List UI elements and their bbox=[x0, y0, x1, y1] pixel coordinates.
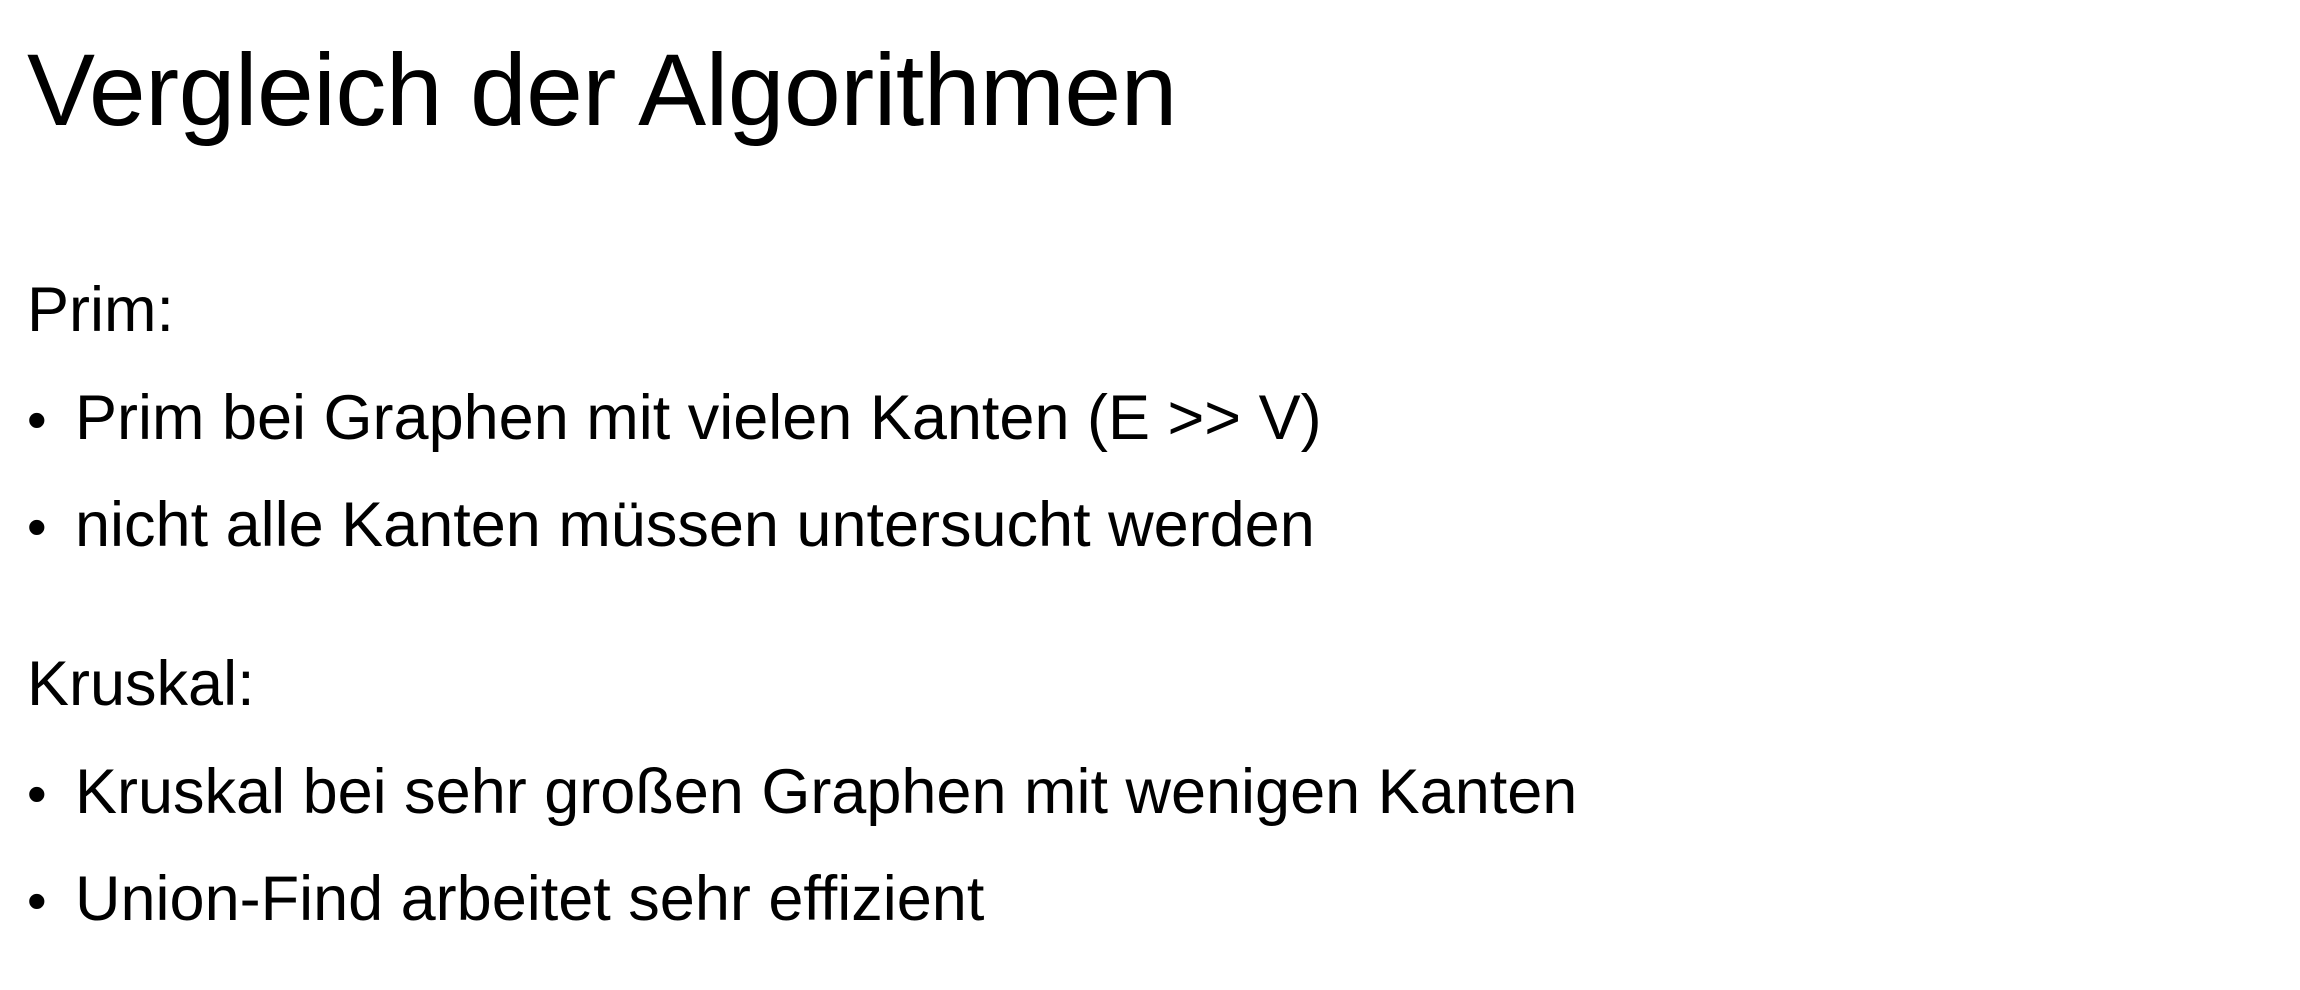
bullet-item: • Prim bei Graphen mit vielen Kanten (E … bbox=[27, 376, 1322, 462]
bullet-icon: • bbox=[27, 869, 47, 932]
bullet-icon: • bbox=[27, 762, 47, 825]
bullet-item: • nicht alle Kanten müssen untersucht we… bbox=[27, 483, 1315, 569]
slide: Vergleich der Algorithmen Prim: • Prim b… bbox=[0, 0, 2300, 990]
bullet-text: nicht alle Kanten müssen untersucht werd… bbox=[75, 490, 1315, 560]
bullet-item: • Kruskal bei sehr großen Graphen mit we… bbox=[27, 750, 1577, 836]
bullet-text: Prim bei Graphen mit vielen Kanten (E >>… bbox=[75, 383, 1322, 453]
bullet-icon: • bbox=[27, 388, 47, 451]
bullet-icon: • bbox=[27, 495, 47, 558]
bullet-item: • Union-Find arbeitet sehr effizient bbox=[27, 857, 984, 943]
slide-title: Vergleich der Algorithmen bbox=[27, 33, 1177, 147]
bullet-text: Union-Find arbeitet sehr effizient bbox=[75, 864, 985, 934]
bullet-text: Kruskal bei sehr großen Graphen mit weni… bbox=[75, 757, 1578, 827]
section-heading-prim: Prim: bbox=[27, 275, 174, 345]
section-heading-kruskal: Kruskal: bbox=[27, 649, 255, 719]
